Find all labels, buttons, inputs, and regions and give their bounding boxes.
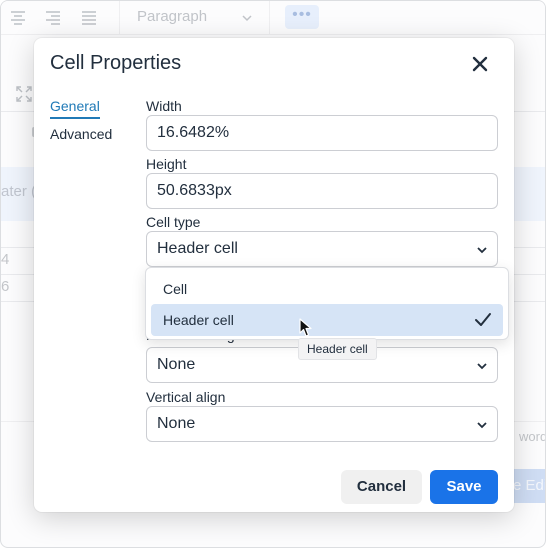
close-icon bbox=[468, 52, 492, 76]
height-label: Height bbox=[146, 156, 187, 172]
checkmark-icon bbox=[473, 310, 493, 330]
width-input[interactable]: 16.6482% bbox=[146, 115, 498, 151]
save-button[interactable]: Save bbox=[430, 470, 498, 504]
cell-type-select[interactable]: Header cell bbox=[146, 231, 498, 267]
height-input[interactable]: 50.6833px bbox=[146, 173, 498, 209]
vertical-align-value: None bbox=[157, 415, 196, 432]
menu-item-label: Cell bbox=[163, 281, 188, 297]
vertical-align-label: Vertical align bbox=[146, 389, 226, 405]
active-tab-indicator bbox=[50, 117, 100, 119]
menu-item-cell[interactable]: Cell bbox=[151, 273, 503, 305]
tab-label: General bbox=[50, 98, 100, 114]
width-label: Width bbox=[146, 98, 182, 114]
horizontal-align-value: None bbox=[157, 356, 196, 373]
menu-item-header-cell[interactable]: Header cell bbox=[151, 304, 503, 336]
mouse-cursor-icon bbox=[299, 318, 313, 338]
vertical-align-select[interactable]: None bbox=[146, 406, 498, 442]
tab-label: Advanced bbox=[50, 126, 113, 142]
dialog-title: Cell Properties bbox=[50, 52, 182, 74]
tab-general[interactable]: General bbox=[50, 98, 100, 119]
tab-advanced[interactable]: Advanced bbox=[50, 126, 112, 142]
close-button[interactable] bbox=[468, 52, 492, 76]
cell-type-menu: Cell Header cell bbox=[145, 267, 509, 340]
chevron-down-icon bbox=[475, 359, 489, 373]
cancel-button[interactable]: Cancel bbox=[341, 470, 422, 504]
tooltip: Header cell bbox=[298, 338, 377, 360]
menu-item-label: Header cell bbox=[163, 312, 234, 328]
cell-type-value: Header cell bbox=[157, 240, 238, 257]
chevron-down-icon bbox=[475, 243, 489, 257]
chevron-down-icon bbox=[475, 418, 489, 432]
cell-type-label: Cell type bbox=[146, 214, 201, 230]
